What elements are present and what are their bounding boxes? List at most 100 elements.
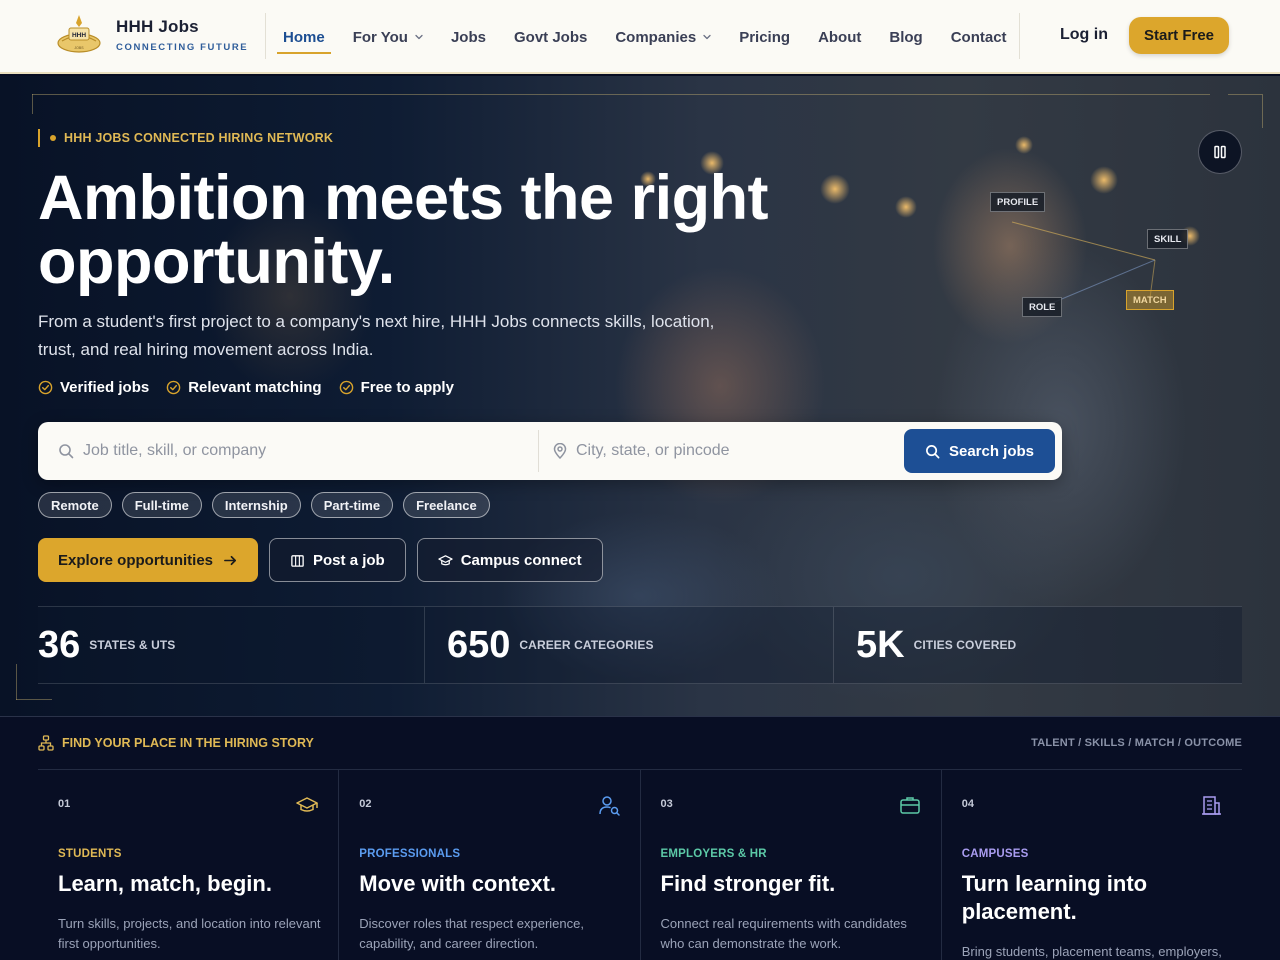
hero-check-label: Free to apply — [360, 379, 454, 396]
audience-card-employers-hr[interactable]: 03 EMPLOYERS & HR Find stronger fit. Con… — [639, 770, 941, 960]
start-free-button[interactable]: Start Free — [1129, 17, 1229, 54]
job-search-bar: Search jobs — [38, 422, 1062, 480]
nav-link-companies[interactable]: Companies — [615, 0, 711, 74]
search-icon — [926, 444, 940, 458]
nav-link-label: For You — [352, 28, 408, 46]
hero-subtext: From a student's first project to a comp… — [38, 312, 715, 359]
nav-link-label: Govt Jobs — [513, 28, 588, 46]
role-tag: ROLE — [1022, 297, 1063, 317]
nav-link-home[interactable]: Home — [277, 0, 331, 74]
card-description: Discover roles that respect experience, … — [359, 916, 584, 951]
profile-tag: PROFILE — [990, 192, 1046, 212]
stat-item: 650 CAREER CATEGORIES — [425, 607, 834, 683]
graduation-cap-icon — [296, 797, 318, 812]
background-light — [1090, 166, 1118, 194]
nav-link-pricing[interactable]: Pricing — [739, 0, 790, 74]
frame-line — [16, 664, 17, 700]
frame-line — [1228, 94, 1262, 95]
card-number: 02 — [359, 798, 372, 810]
brand-tagline: CONNECTING FUTURE — [116, 42, 249, 53]
brand[interactable]: HHH JOBS HHH Jobs CONNECTING FUTURE — [56, 13, 248, 57]
explore-label: Explore opportunities — [58, 551, 214, 569]
nav-divider — [265, 13, 266, 59]
card-kicker: STUDENTS — [58, 848, 122, 860]
pause-icon — [1214, 145, 1226, 159]
background-light — [1015, 136, 1033, 154]
hero-check-item: Verified jobs — [38, 379, 149, 396]
building-icon — [1202, 796, 1221, 815]
nav-link-label: Jobs — [450, 28, 486, 46]
campus-connect-button[interactable]: Campus connect — [416, 538, 603, 582]
briefcase-icon — [900, 797, 920, 814]
frame-line — [16, 699, 52, 700]
card-title: Learn, match, begin. — [58, 871, 272, 896]
chip-internship[interactable]: Internship — [211, 492, 301, 518]
audience-card-campuses[interactable]: 04 CAMPUSES Turn learning into placement… — [940, 770, 1242, 960]
search-jobs-button[interactable]: Search jobs — [904, 429, 1055, 473]
nav-link-contact[interactable]: Contact — [951, 0, 1007, 74]
pause-video-button[interactable] — [1198, 130, 1242, 174]
search-divider — [538, 430, 539, 472]
nav-link-label: Blog — [889, 28, 923, 46]
chip-full-time[interactable]: Full-time — [121, 492, 202, 518]
location-input[interactable] — [576, 442, 876, 460]
audience-card-students[interactable]: 01 STUDENTS Learn, match, begin. Turn sk… — [38, 770, 338, 960]
top-navbar: HHH JOBS HHH Jobs CONNECTING FUTURE Home… — [0, 0, 1280, 74]
nav-link-jobs[interactable]: Jobs — [451, 0, 486, 74]
hero-cta-row: Explore opportunities Post a job Campus … — [38, 538, 614, 582]
explore-opportunities-button[interactable]: Explore opportunities — [38, 538, 259, 582]
skill-tag: SKILL — [1147, 229, 1189, 249]
check-circle-icon — [339, 380, 353, 395]
hero-check-item: Relevant matching — [166, 379, 322, 396]
post-job-button[interactable]: Post a job — [269, 538, 406, 582]
svg-text:JOBS: JOBS — [74, 46, 84, 50]
search-icon — [59, 444, 74, 459]
login-link[interactable]: Log in — [1060, 26, 1108, 44]
chip-part-time[interactable]: Part-time — [310, 492, 394, 518]
card-kicker: EMPLOYERS & HR — [660, 848, 767, 860]
card-number: 04 — [961, 798, 974, 810]
section-path-label: TALENT / SKILLS / MATCH / OUTCOME — [1031, 737, 1242, 749]
chip-remote[interactable]: Remote — [38, 492, 112, 518]
chevron-down-icon — [415, 34, 423, 40]
card-number: 01 — [58, 798, 71, 810]
stat-item: 36 STATES & UTS — [38, 607, 425, 683]
graduation-cap-icon — [438, 554, 453, 565]
background-light — [895, 196, 917, 218]
card-kicker: PROFESSIONALS — [359, 848, 461, 860]
frame-line — [1262, 94, 1263, 128]
section-heading: FIND YOUR PLACE IN THE HIRING STORY — [38, 735, 314, 751]
arrow-right-icon — [224, 555, 236, 565]
card-kicker: CAMPUSES — [961, 848, 1029, 860]
hero-checks: Verified jobs Relevant matching Free to ap… — [38, 379, 471, 396]
nav-link-label: Pricing — [739, 28, 791, 46]
svg-text:HHH: HHH — [72, 32, 86, 39]
card-description: Connect real requirements with candidate… — [660, 916, 907, 951]
nav-link-blog[interactable]: Blog — [889, 0, 922, 74]
map-pin-icon — [553, 443, 567, 459]
audience-card-professionals[interactable]: 02 PROFESSIONALS Move with context. Disc… — [338, 770, 639, 960]
user-search-icon — [598, 796, 620, 816]
nav-link-label: Contact — [950, 28, 1007, 46]
brand-name: HHH Jobs — [116, 17, 199, 36]
section-heading-text: FIND YOUR PLACE IN THE HIRING STORY — [62, 736, 314, 750]
nav-link-for-you[interactable]: For You — [353, 0, 423, 74]
eyebrow-dot — [50, 135, 56, 141]
stat-item: 5K CITIES COVERED — [834, 607, 1242, 683]
nav-link-govt-jobs[interactable]: Govt Jobs — [514, 0, 587, 74]
match-tag: MATCH — [1126, 290, 1174, 310]
frame-line — [32, 94, 1210, 95]
check-circle-icon — [166, 380, 181, 395]
hero: HHH JOBS CONNECTED HIRING NETWORK Ambiti… — [0, 76, 1280, 716]
stat-label: CAREER CATEGORIES — [519, 638, 654, 652]
check-circle-icon — [38, 380, 53, 395]
nav-link-about[interactable]: About — [818, 0, 861, 74]
hero-eyebrow: HHH JOBS CONNECTED HIRING NETWORK — [38, 129, 333, 147]
chip-freelance[interactable]: Freelance — [403, 492, 490, 518]
location-field — [552, 422, 892, 480]
stat-value: 650 — [447, 623, 511, 666]
hero-check-label: Relevant matching — [188, 379, 322, 396]
eyebrow-text: HHH JOBS CONNECTED HIRING NETWORK — [64, 131, 334, 145]
card-title: Move with context. — [359, 871, 557, 896]
keyword-input[interactable] — [83, 442, 383, 460]
